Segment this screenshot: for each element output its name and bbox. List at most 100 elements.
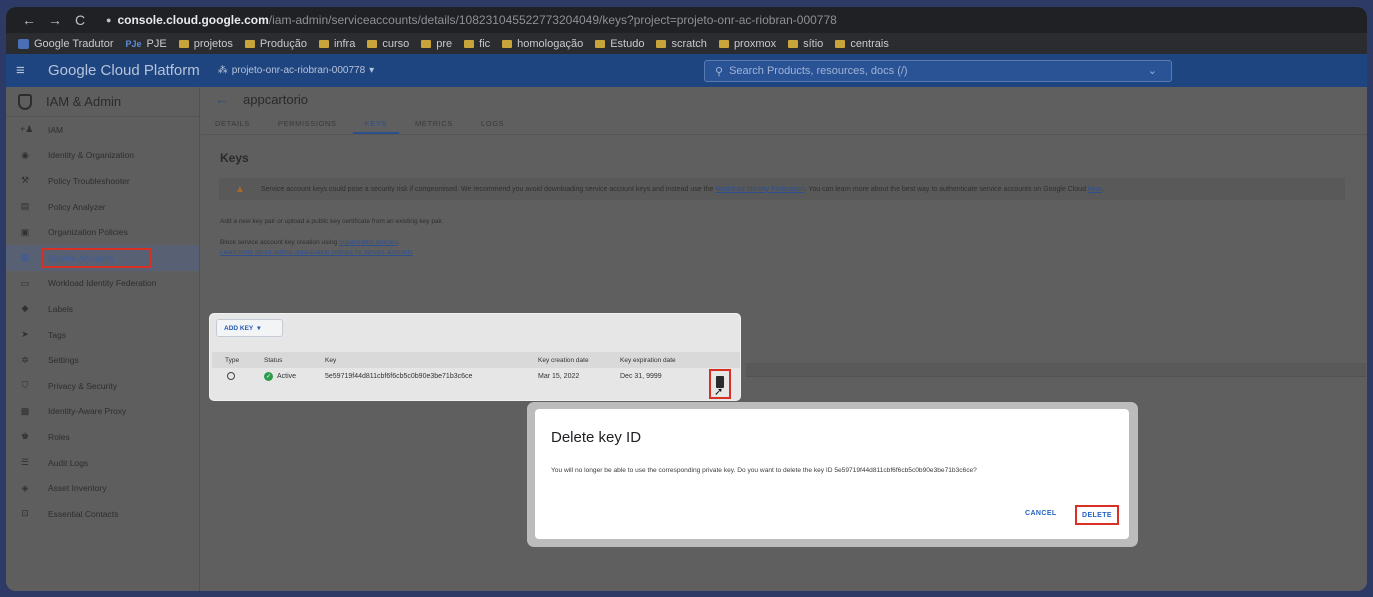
sidebar-item-workload-identity-federation[interactable]: ▭ Workload Identity Federation bbox=[6, 271, 199, 297]
bookmark-google-tradutor[interactable]: Google Tradutor bbox=[18, 38, 114, 50]
sidebar: IAM & Admin +♟ IAM ◉ Identity & Organizati… bbox=[6, 87, 200, 591]
product-title[interactable]: Google Cloud Platform bbox=[48, 62, 200, 79]
add-key-button[interactable]: ADD KEY ▾ bbox=[216, 319, 283, 337]
sidebar-item-identity-aware-proxy[interactable]: ▩ Identity-Aware Proxy bbox=[6, 399, 199, 425]
bookmark-folder[interactable]: homologação bbox=[502, 38, 583, 50]
bookmark-folder[interactable]: projetos bbox=[178, 38, 233, 50]
tab-metrics[interactable]: METRICS bbox=[415, 119, 453, 134]
browser-toolbar: ← → C ● console.cloud.google.com/iam-adm… bbox=[6, 7, 1367, 33]
tab-keys[interactable]: KEYS bbox=[352, 119, 400, 134]
sidebar-header: IAM & Admin bbox=[6, 87, 199, 117]
folder-icon bbox=[718, 39, 729, 48]
bookmark-pje[interactable]: PJe PJE bbox=[126, 38, 167, 50]
list-icon: ☰ bbox=[20, 457, 30, 468]
bookmark-folder[interactable]: centrais bbox=[835, 38, 889, 50]
delete-key-button[interactable]: ➚ bbox=[709, 369, 731, 399]
label-icon: ◆ bbox=[21, 303, 29, 314]
chevron-down-icon[interactable]: ⌄ bbox=[1148, 64, 1157, 77]
key-expiration-date: Dec 31, 9999 bbox=[620, 373, 662, 380]
tab-details[interactable]: DETAILS bbox=[215, 119, 250, 134]
dialog-message: You will no longer be able to use the co… bbox=[551, 467, 977, 474]
bookmark-folder[interactable]: scratch bbox=[656, 38, 707, 50]
column-header-creation-date: Key creation date bbox=[538, 356, 589, 364]
url-path: /iam-admin/serviceaccounts/details/10823… bbox=[268, 13, 837, 27]
sidebar-item-policy-troubleshooter[interactable]: ⚒ Policy Troubleshooter bbox=[6, 168, 199, 194]
address-bar[interactable]: ● console.cloud.google.com/iam-admin/ser… bbox=[106, 13, 837, 27]
reload-icon[interactable]: C bbox=[74, 12, 86, 28]
bookmark-folder[interactable]: pre bbox=[421, 38, 452, 50]
sidebar-item-essential-contacts[interactable]: ⊡ Essential Contacts bbox=[6, 501, 199, 527]
bookmark-folder[interactable]: Produção bbox=[244, 38, 307, 50]
sidebar-item-settings[interactable]: ✲ Settings bbox=[6, 347, 199, 373]
translate-icon bbox=[18, 38, 29, 49]
key-type-icon bbox=[227, 371, 235, 382]
check-circle-icon: ✓ bbox=[264, 372, 273, 381]
bookmark-folder[interactable]: fic bbox=[464, 38, 490, 50]
sidebar-item-privacy-security[interactable]: ⛉ Privacy & Security bbox=[6, 373, 199, 399]
hamburger-menu-icon[interactable]: ≡ bbox=[16, 62, 40, 79]
here-link[interactable]: here bbox=[1088, 186, 1102, 193]
bookmark-folder[interactable]: curso bbox=[367, 38, 409, 50]
block-key-note: Block service account key creation using… bbox=[220, 239, 400, 246]
project-selector[interactable]: ⁂ projeto-onr-ac-riobran-000778 ▾ bbox=[218, 65, 374, 76]
key-creation-date: Mar 15, 2022 bbox=[538, 373, 580, 380]
folder-icon bbox=[656, 39, 667, 48]
page-header: ← appcartorio bbox=[201, 87, 1367, 111]
folder-icon bbox=[464, 39, 475, 48]
account-circle-icon: ◉ bbox=[21, 149, 29, 160]
folder-icon bbox=[244, 39, 255, 48]
delete-button[interactable]: DELETE bbox=[1075, 505, 1119, 525]
column-header-status: Status bbox=[264, 356, 283, 364]
highlight-box bbox=[41, 247, 151, 268]
sidebar-item-policy-analyzer[interactable]: ▤ Policy Analyzer bbox=[6, 194, 199, 220]
tab-bar: DETAILS PERMISSIONS KEYS METRICS LOGS bbox=[201, 111, 1367, 135]
diamond-icon: ◈ bbox=[21, 482, 29, 493]
sidebar-item-service-accounts[interactable]: ▦ Service Accounts bbox=[6, 244, 199, 271]
id-card-icon: ▭ bbox=[20, 277, 30, 288]
bookmark-folder[interactable]: proxmox bbox=[718, 38, 776, 50]
pje-icon: PJe bbox=[125, 38, 142, 49]
sidebar-item-asset-inventory[interactable]: ◈ Asset Inventory bbox=[6, 475, 199, 501]
delete-key-dialog: Delete key ID You will no longer be able… bbox=[535, 409, 1129, 539]
iam-shield-icon bbox=[18, 93, 32, 110]
back-arrow-icon[interactable]: ← bbox=[22, 12, 36, 28]
person-add-icon: +♟ bbox=[20, 124, 34, 135]
folder-icon bbox=[788, 39, 799, 48]
learn-more-link[interactable]: Learn more about setting organization po… bbox=[220, 249, 413, 256]
status-badge: ✓ Active bbox=[264, 372, 297, 381]
bookmark-folder[interactable]: infra bbox=[318, 38, 355, 50]
url-host: console.cloud.google.com bbox=[117, 13, 269, 27]
table-header-strip bbox=[746, 363, 1366, 377]
dialog-title: Delete key ID bbox=[551, 429, 642, 446]
bookmark-folder[interactable]: Estudo bbox=[595, 38, 644, 50]
screen-frame: ← → C ● console.cloud.google.com/iam-adm… bbox=[6, 7, 1367, 591]
sidebar-item-roles[interactable]: ♚ Roles bbox=[6, 424, 199, 450]
workload-identity-link[interactable]: Workload Identity Federation bbox=[715, 186, 804, 193]
wrench-icon: ⚒ bbox=[20, 175, 30, 186]
proxy-icon: ▩ bbox=[20, 405, 30, 416]
sidebar-item-identity-organization[interactable]: ◉ Identity & Organization bbox=[6, 143, 199, 169]
tab-logs[interactable]: LOGS bbox=[481, 119, 504, 134]
search-doc-icon: ▤ bbox=[20, 201, 30, 212]
back-arrow-icon[interactable]: ← bbox=[215, 91, 229, 107]
folder-icon bbox=[367, 39, 378, 48]
tab-permissions[interactable]: PERMISSIONS bbox=[278, 119, 337, 134]
service-account-icon: ▦ bbox=[20, 252, 30, 263]
sidebar-item-tags[interactable]: ➤ Tags bbox=[6, 322, 199, 348]
cancel-button[interactable]: CANCEL bbox=[1025, 510, 1057, 517]
sidebar-item-audit-logs[interactable]: ☰ Audit Logs bbox=[6, 450, 199, 476]
search-input[interactable]: ⚲ Search Products, resources, docs (/) ⌄ bbox=[704, 60, 1172, 82]
sidebar-item-iam[interactable]: +♟ IAM bbox=[6, 117, 199, 143]
chevron-down-icon: ▾ bbox=[257, 325, 261, 332]
bookmarks-bar: Google Tradutor PJe PJE projetos Produção… bbox=[6, 33, 1367, 54]
sidebar-item-labels[interactable]: ◆ Labels bbox=[6, 296, 199, 322]
column-header-key: Key bbox=[325, 356, 337, 364]
mouse-cursor-icon: ➚ bbox=[714, 386, 724, 398]
forward-arrow-icon[interactable]: → bbox=[48, 12, 62, 28]
organization-policies-link[interactable]: organization policies bbox=[339, 239, 398, 246]
bookmark-folder[interactable]: sítio bbox=[788, 38, 823, 50]
shield-icon: ⛉ bbox=[21, 380, 29, 391]
policy-icon: ▣ bbox=[20, 226, 30, 237]
section-title: Keys bbox=[220, 151, 249, 165]
sidebar-item-organization-policies[interactable]: ▣ Organization Policies bbox=[6, 219, 199, 245]
